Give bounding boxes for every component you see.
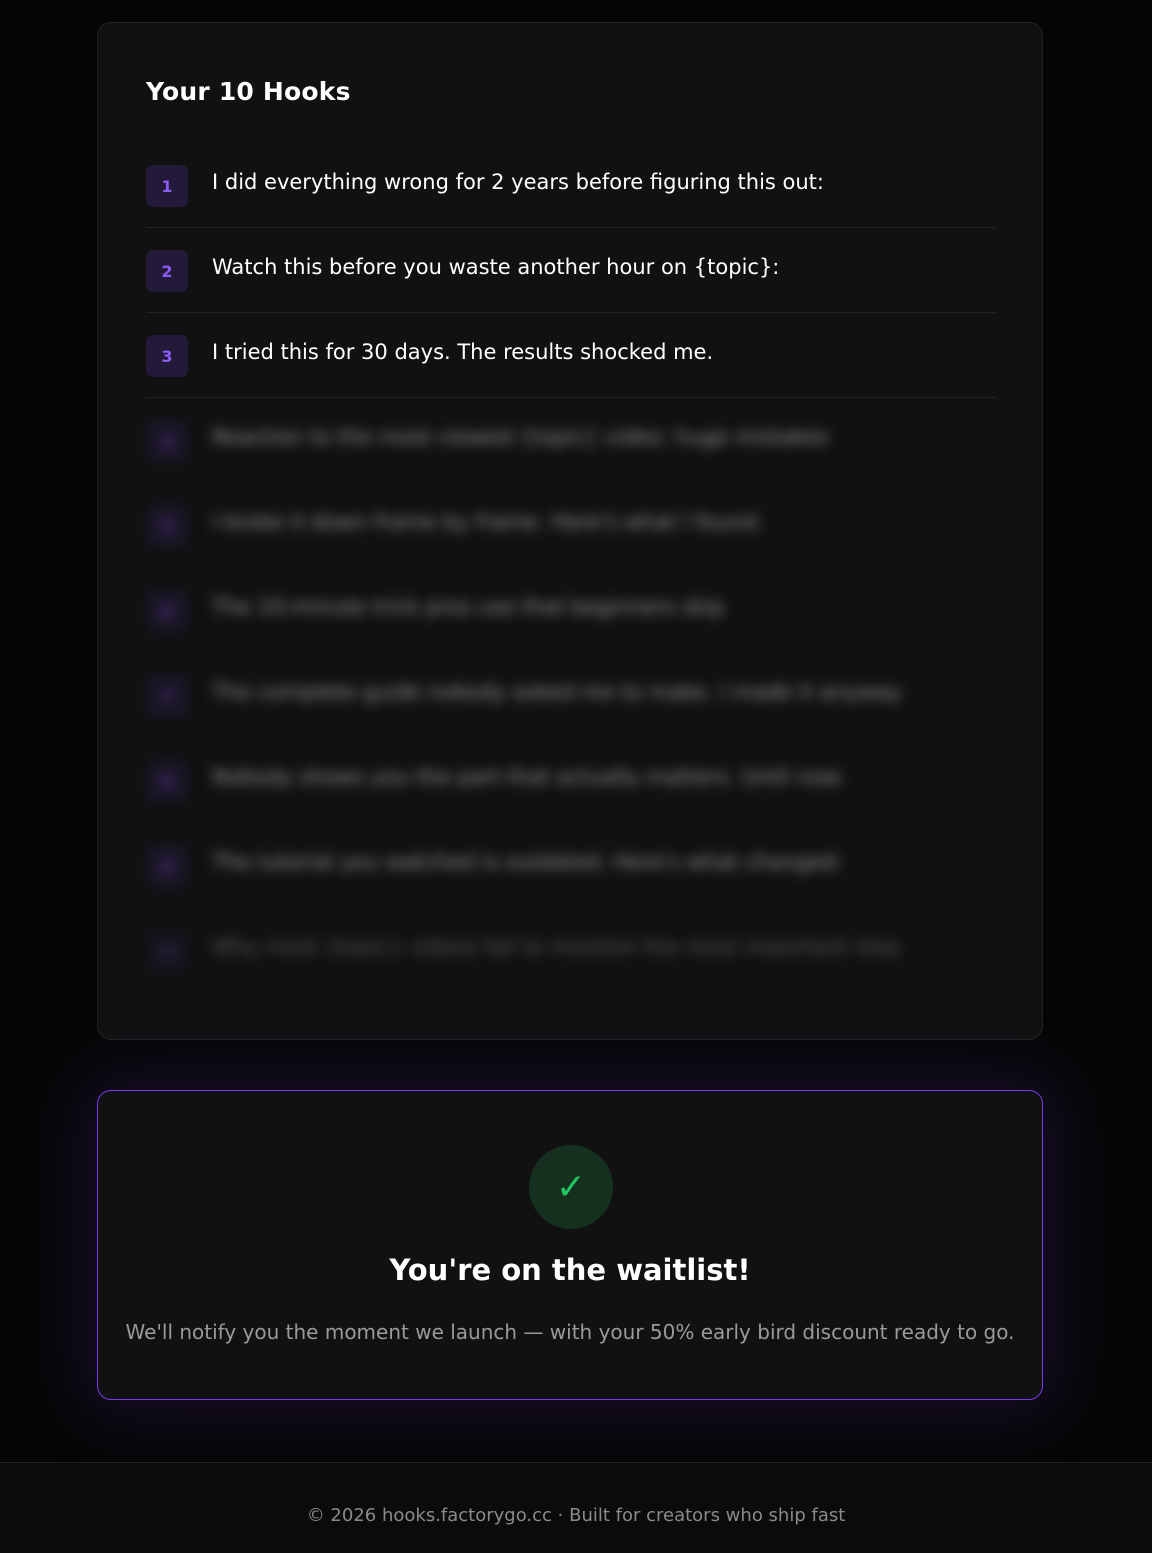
hook-text: I did everything wrong for 2 years befor… bbox=[212, 170, 824, 194]
hook-number-badge: 8 bbox=[146, 760, 188, 802]
hooks-card: Your 10 Hooks 1 I did everything wrong f… bbox=[97, 22, 1043, 1040]
check-icon: ✓ bbox=[529, 1145, 613, 1229]
hook-text: The 10-minute trick pros use that beginn… bbox=[212, 595, 725, 619]
hook-number-badge: 7 bbox=[146, 675, 188, 717]
hook-number-badge: 6 bbox=[146, 590, 188, 632]
hook-number-badge: 10 bbox=[146, 930, 188, 972]
hook-text: The complete guide nobody asked me to ma… bbox=[212, 680, 905, 704]
footer: © 2026 hooks.factorygo.cc · Built for cr… bbox=[0, 1462, 1152, 1553]
waitlist-title: You're on the waitlist! bbox=[389, 1253, 751, 1287]
hook-text: Reaction to the most viewed {topic} vide… bbox=[212, 425, 829, 449]
hook-number-badge: 5 bbox=[146, 505, 188, 547]
hook-text: I broke it down frame by frame. Here's w… bbox=[212, 510, 763, 534]
page: Your 10 Hooks 1 I did everything wrong f… bbox=[0, 0, 1152, 1553]
waitlist-message: We'll notify you the moment we launch — … bbox=[125, 1320, 1015, 1344]
hook-item: 3 I tried this for 30 days. The results … bbox=[146, 313, 996, 398]
hook-item-locked: 7 The complete guide nobody asked me to … bbox=[146, 653, 996, 738]
hook-text: I tried this for 30 days. The results sh… bbox=[212, 340, 714, 364]
hook-list: 1 I did everything wrong for 2 years bef… bbox=[146, 143, 996, 993]
hook-item-locked: 9 The tutorial you watched is outdated. … bbox=[146, 823, 996, 908]
hooks-title: Your 10 Hooks bbox=[146, 77, 351, 106]
hook-item: 1 I did everything wrong for 2 years bef… bbox=[146, 143, 996, 228]
waitlist-confirmation-card: ✓ You're on the waitlist! We'll notify y… bbox=[97, 1090, 1043, 1400]
hook-item: 2 Watch this before you waste another ho… bbox=[146, 228, 996, 313]
hook-text: The tutorial you watched is outdated. He… bbox=[212, 850, 843, 874]
hook-number-badge: 2 bbox=[146, 250, 188, 292]
hook-item-locked: 8 Nobody shows you the part that actuall… bbox=[146, 738, 996, 823]
footer-text: © 2026 hooks.factorygo.cc · Built for cr… bbox=[306, 1505, 846, 1526]
hook-item-locked: 4 Reaction to the most viewed {topic} vi… bbox=[146, 398, 996, 483]
hook-text: Nobody shows you the part that actually … bbox=[212, 765, 846, 789]
hook-number-badge: 3 bbox=[146, 335, 188, 377]
hook-number-badge: 4 bbox=[146, 420, 188, 462]
hook-text: Watch this before you waste another hour… bbox=[212, 255, 780, 279]
hook-item-locked: 10 Why most {topic} videos fail to menti… bbox=[146, 908, 996, 993]
hook-item-locked: 5 I broke it down frame by frame. Here's… bbox=[146, 483, 996, 568]
check-glyph: ✓ bbox=[555, 1166, 587, 1208]
hook-number-badge: 1 bbox=[146, 165, 188, 207]
hook-text: Why most {topic} videos fail to mention … bbox=[212, 935, 901, 959]
hook-number-badge: 9 bbox=[146, 845, 188, 887]
hook-item-locked: 6 The 10-minute trick pros use that begi… bbox=[146, 568, 996, 653]
